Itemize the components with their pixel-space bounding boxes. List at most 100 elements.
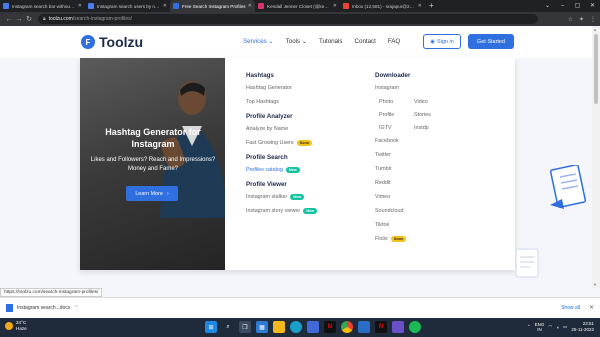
menu-item-analyze-by-name[interactable]: Analyze by Name xyxy=(246,126,317,132)
tab-favicon-icon xyxy=(88,3,94,9)
file-explorer-icon[interactable] xyxy=(273,321,285,333)
nav-tutorials[interactable]: Tutorials xyxy=(319,38,343,45)
extensions-icon[interactable]: ✦ xyxy=(579,16,584,23)
back-arrow-icon[interactable]: ← xyxy=(4,16,14,23)
netflix-icon[interactable]: N xyxy=(324,321,336,333)
menu-item-instagram-story-viewer[interactable]: Instagram story viewer New xyxy=(246,208,318,214)
photos-icon[interactable] xyxy=(358,321,370,333)
url-path: /search-instagram-profiles/ xyxy=(72,16,133,22)
menu-item-instdp[interactable]: Instdp xyxy=(414,125,449,131)
download-filename: Instagram search...docx xyxy=(17,305,71,311)
close-icon[interactable]: ✕ xyxy=(589,304,594,311)
minimize-icon[interactable]: – xyxy=(555,0,570,12)
clock[interactable]: 23:51 25-11-2022 xyxy=(571,321,594,333)
site-logo[interactable]: F Toolzu xyxy=(81,34,143,50)
widgets-icon[interactable]: ▦ xyxy=(256,321,268,333)
tab-close-icon[interactable]: ✕ xyxy=(418,3,422,9)
menu-item-igtv[interactable]: IGTV xyxy=(379,125,414,131)
lock-icon: 🔒︎ xyxy=(43,16,46,22)
user-icon: ◉ xyxy=(430,38,435,45)
nav-services[interactable]: Services ⌄ xyxy=(243,38,274,45)
nav-faq[interactable]: FAQ xyxy=(388,38,400,45)
browser-tab[interactable]: Kendall Jenner Closet (@kendall... ✕ xyxy=(255,0,340,12)
menu-item-reddit[interactable]: Reddit xyxy=(375,180,449,186)
nav-contact[interactable]: Contact xyxy=(355,38,376,45)
wifi-icon[interactable]: ◠ xyxy=(548,324,552,330)
menu-item-label: Profiles catalog xyxy=(246,167,283,173)
chevron-down-icon[interactable]: ⌄ xyxy=(540,0,555,12)
menu-column-downloader: Downloader Instagram Photo Video Profile… xyxy=(375,72,449,250)
menu-item-instagram-stalker[interactable]: Instagram stalker New xyxy=(246,194,317,200)
download-item[interactable]: Instagram search...docx ⌃ xyxy=(6,304,86,312)
tab-close-icon[interactable]: ✕ xyxy=(163,3,167,9)
tab-label: Instagram search bar without a... xyxy=(12,3,76,9)
reload-icon[interactable]: ↻ xyxy=(24,15,34,23)
paper-illustration-icon xyxy=(515,248,539,278)
search-icon[interactable]: ⌕ xyxy=(222,321,234,333)
chevron-up-icon[interactable]: ⌃ xyxy=(527,324,531,330)
weather-widget[interactable]: 24°C Haze xyxy=(5,320,27,332)
spotify-icon[interactable] xyxy=(409,321,421,333)
page-scrollbar[interactable]: ▲ ▼ xyxy=(592,26,600,288)
hero-banner: Hashtag Generator for Instagram Likes an… xyxy=(80,58,225,270)
netflix-icon[interactable]: N xyxy=(375,321,387,333)
menu-item-flickr[interactable]: Flickr Soon xyxy=(375,236,449,242)
hero-subtitle: Likes and Followers? Reach and Impressio… xyxy=(90,157,216,172)
menu-item-top-hashtags[interactable]: Top Hashtags xyxy=(246,99,317,105)
scrollbar-thumb[interactable] xyxy=(594,34,598,104)
menu-item-photo[interactable]: Photo xyxy=(379,99,414,105)
menu-item-hashtag-generator[interactable]: Hashtag Generator xyxy=(246,85,317,91)
more-menu-icon[interactable]: ⋮ xyxy=(590,16,596,23)
nav-label: Tools xyxy=(285,38,301,45)
tab-close-icon[interactable]: ✕ xyxy=(78,3,82,9)
tab-close-icon[interactable]: ✕ xyxy=(333,3,337,9)
menu-item-soundcloud[interactable]: Soundcloud xyxy=(375,208,449,214)
menu-item-stories[interactable]: Stories xyxy=(414,112,449,118)
task-view-icon[interactable]: ❐ xyxy=(239,321,251,333)
menu-item-facebook[interactable]: Facebook xyxy=(375,138,449,144)
star-icon[interactable]: ☆ xyxy=(568,16,573,23)
scroll-down-icon[interactable]: ▼ xyxy=(593,282,597,287)
logo-mark-icon: F xyxy=(81,35,95,49)
speaker-icon[interactable]: ◖ xyxy=(556,325,559,330)
nav-tools[interactable]: Tools ⌄ xyxy=(286,38,307,45)
tab-close-icon[interactable]: ✕ xyxy=(248,3,252,9)
menu-item-video[interactable]: Video xyxy=(414,99,449,105)
learn-more-button[interactable]: Learn More › xyxy=(126,186,178,201)
scroll-up-icon[interactable]: ▲ xyxy=(593,27,597,32)
chevron-up-icon[interactable]: ⌃ xyxy=(74,305,78,311)
store-icon[interactable] xyxy=(307,321,319,333)
menu-item-twitter[interactable]: Twitter xyxy=(375,152,449,158)
menu-item-vimeo[interactable]: Vimeo xyxy=(375,194,449,200)
language-indicator[interactable]: ENG IN xyxy=(535,322,545,332)
battery-icon[interactable]: ▭ xyxy=(563,324,567,330)
learn-more-label: Learn More xyxy=(135,190,163,197)
edge-browser-icon[interactable] xyxy=(290,321,302,333)
menu-item-instagram[interactable]: Instagram xyxy=(375,85,449,91)
soon-badge: Soon xyxy=(390,236,407,242)
forward-arrow-icon[interactable]: → xyxy=(14,16,24,23)
get-started-button[interactable]: Get Started xyxy=(468,34,514,49)
browser-tab-active[interactable]: Free Search Instagram Profiles ✕ xyxy=(170,0,255,12)
maximize-icon[interactable]: ▢ xyxy=(570,0,585,12)
address-bar[interactable]: 🔒︎ toolzu.com/search-instagram-profiles/ xyxy=(38,14,538,24)
status-url-bubble: https://toolzu.com/search-instagram-prof… xyxy=(0,288,103,297)
menu-item-profiles-catalog[interactable]: Profiles catalog New xyxy=(246,167,317,173)
menu-item-tiktok[interactable]: Tiktok xyxy=(375,222,449,228)
browser-tab[interactable]: Instagram search users by name... ✕ xyxy=(85,0,170,12)
new-tab-icon[interactable]: + xyxy=(425,0,438,12)
browser-tab[interactable]: Instagram search bar without a... ✕ xyxy=(0,0,85,12)
menu-item-profile[interactable]: Profile xyxy=(379,112,414,118)
menu-item-fast-growing-users[interactable]: Fast Growing Users Soon xyxy=(246,140,317,146)
show-all-button[interactable]: Show all xyxy=(561,305,580,311)
app-icon[interactable] xyxy=(392,321,404,333)
weather-text: 24°C Haze xyxy=(16,320,27,332)
menu-item-tumblr[interactable]: Tumblr xyxy=(375,166,449,172)
chrome-icon[interactable] xyxy=(341,321,353,333)
windows-start-icon[interactable]: ⊞ xyxy=(205,321,217,333)
browser-tab[interactable]: Inbox (12,581) - srajapur@201... ✕ xyxy=(340,0,425,12)
close-icon[interactable]: ✕ xyxy=(585,0,600,12)
sign-in-button[interactable]: ◉ Sign in xyxy=(423,34,461,49)
weather-desc: Haze xyxy=(16,326,27,331)
tab-favicon-icon xyxy=(343,3,349,9)
